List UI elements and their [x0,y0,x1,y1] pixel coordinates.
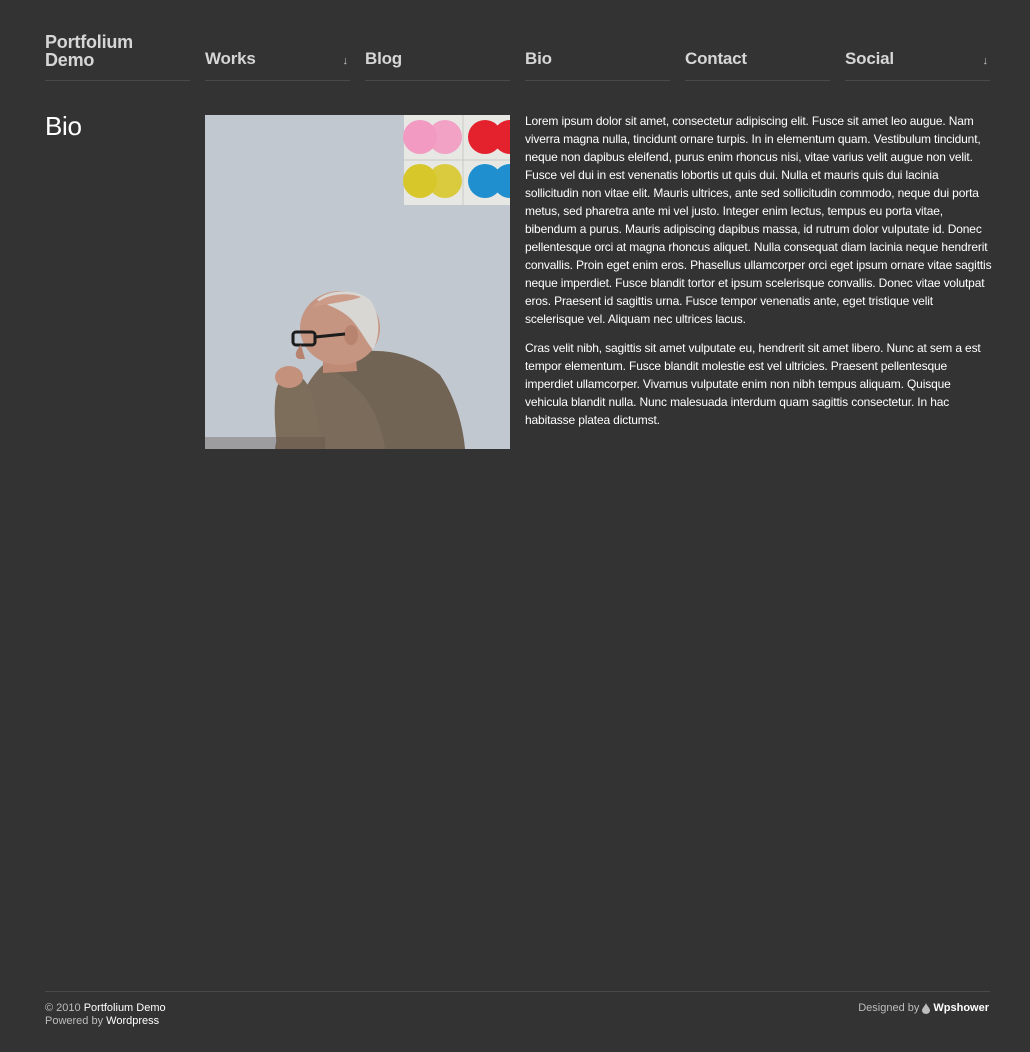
bio-photo [205,115,510,449]
copyright-line: © 2010 Portfolium Demo [45,1002,166,1015]
nav-blog-label[interactable]: Blog [365,33,510,68]
site-logo[interactable]: Portfolium Demo [45,33,190,69]
wpshower-link[interactable]: Wpshower [933,1002,989,1015]
site-header: Portfolium Demo Works ↓ Blog Bio Contact… [45,33,990,81]
footer-left: © 2010 Portfolium Demo Powered by Wordpr… [45,1002,166,1028]
nav-contact-label[interactable]: Contact [685,33,830,68]
nav-bio-label[interactable]: Bio [525,33,670,68]
drop-icon [922,1003,931,1014]
powered-line: Powered by Wordpress [45,1015,166,1028]
bio-paragraph: Lorem ipsum dolor sit amet, consectetur … [525,114,992,326]
powered-prefix: Powered by [45,1015,104,1027]
nav-social-label[interactable]: Social [845,33,990,68]
down-arrow-icon[interactable]: ↓ [343,55,349,67]
bio-content: Lorem ipsum dolor sit amet, consectetur … [525,112,992,440]
designed-prefix: Designed by [858,1002,920,1014]
nav-bio[interactable]: Bio [525,33,670,81]
footer-site-link[interactable]: Portfolium Demo [84,1002,166,1014]
nav-contact[interactable]: Contact [685,33,830,81]
bio-paragraph: Cras velit nibh, sagittis sit amet vulpu… [525,341,981,427]
page-title: Bio [45,111,82,141]
site-title-line1: Portfolium [45,32,133,52]
down-arrow-icon[interactable]: ↓ [983,55,989,67]
copyright-prefix: © 2010 [45,1002,81,1014]
logo-column: Portfolium Demo [45,33,190,81]
footer-right: Designed by Wpshower [858,1002,989,1015]
bio-photo-illustration [205,115,510,449]
footer-divider [45,991,990,992]
wordpress-link[interactable]: Wordpress [106,1015,159,1027]
site-title-line2: Demo [45,50,95,70]
nav-works-label[interactable]: Works [205,33,350,68]
nav-blog[interactable]: Blog [365,33,510,81]
nav-social[interactable]: Social ↓ [845,33,990,81]
nav-works[interactable]: Works ↓ [205,33,350,81]
